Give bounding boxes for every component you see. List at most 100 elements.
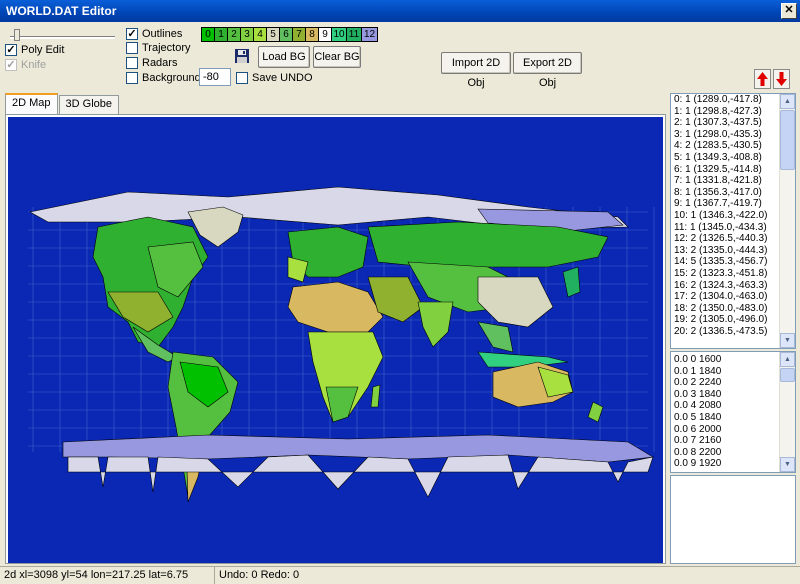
object-list-item[interactable]: 5: 1 (1349.3,-408.8) <box>671 152 795 164</box>
object-list-item[interactable]: 0: 1 (1289.0,-417.8) <box>671 94 795 106</box>
trajectory-label: Trajectory <box>142 42 191 54</box>
object-list-item[interactable]: 3: 1 (1298.0,-435.3) <box>671 129 795 141</box>
object-list-item[interactable]: 8: 1 (1356.3,-417.0) <box>671 187 795 199</box>
palette-color-11[interactable]: 11 <box>347 28 362 41</box>
value-list[interactable]: 0.0 0 1600 0.0 1 1840 0.0 2 2240 0.0 3 1840… <box>670 351 796 473</box>
object-list-item[interactable]: 4: 2 (1283.5,-430.5) <box>671 140 795 152</box>
import-2d-obj-button[interactable]: Import 2D Obj <box>441 52 511 89</box>
world-map-svg[interactable] <box>8 117 663 563</box>
knife-check[interactable]: ✓ <box>5 59 17 71</box>
palette-color-2[interactable]: 2 <box>228 28 241 41</box>
object-list-item[interactable]: 10: 1 (1346.3,-422.0) <box>671 210 795 222</box>
object-list-item[interactable]: 11: 1 (1345.0,-434.3) <box>671 222 795 234</box>
object-list-item[interactable]: 20: 2 (1336.5,-473.5) <box>671 326 795 338</box>
trajectory-check[interactable] <box>126 42 138 54</box>
palette-color-5[interactable]: 5 <box>267 28 280 41</box>
close-button[interactable]: ✕ <box>781 3 797 19</box>
object-list-item[interactable]: 19: 2 (1305.0,-496.0) <box>671 314 795 326</box>
palette-color-9[interactable]: 9 <box>319 28 332 41</box>
value-list-item[interactable]: 0.0 0 1600 <box>671 354 795 366</box>
value-list-item[interactable]: 0.0 8 2200 <box>671 447 795 459</box>
value-list-item[interactable]: 0.0 5 1840 <box>671 412 795 424</box>
palette-color-12[interactable]: 12 <box>362 28 377 41</box>
zoom-slider[interactable] <box>10 28 115 42</box>
background-label: Background <box>142 72 201 84</box>
detail-box[interactable] <box>670 475 796 564</box>
slider-thumb[interactable] <box>14 29 20 41</box>
object-list-item[interactable]: 17: 2 (1304.0,-463.0) <box>671 291 795 303</box>
value-list-item[interactable]: 0.0 7 2160 <box>671 435 795 447</box>
scroll-up-icon[interactable]: ▲ <box>780 94 795 109</box>
object-list-item[interactable]: 1: 1 (1298.8,-427.3) <box>671 106 795 118</box>
slider-track <box>10 36 115 39</box>
object-list-scrollbar[interactable]: ▲ ▼ <box>779 94 795 348</box>
arrow-up-icon <box>757 72 768 86</box>
southeast-asia <box>477 321 514 353</box>
move-down-button[interactable] <box>773 69 790 89</box>
object-list-item[interactable]: 15: 2 (1323.3,-451.8) <box>671 268 795 280</box>
palette-color-8[interactable]: 8 <box>306 28 319 41</box>
poly-edit-check[interactable]: ✓ <box>5 44 17 56</box>
save-undo-label: Save UNDO <box>252 72 313 84</box>
palette-color-7[interactable]: 7 <box>293 28 306 41</box>
map-panel <box>5 114 666 564</box>
palette-color-6[interactable]: 6 <box>280 28 293 41</box>
value-list-item[interactable]: 0.0 3 1840 <box>671 389 795 401</box>
status-undo: Undo: 0 Redo: 0 <box>219 569 300 581</box>
object-list-item[interactable]: 14: 5 (1335.3,-456.7) <box>671 256 795 268</box>
value-list-item[interactable]: 0.0 1 1840 <box>671 366 795 378</box>
status-bar: 2d xl=3098 yl=54 lon=217.25 lat=6.75 Und… <box>0 566 800 584</box>
outlines-check[interactable]: ✓ <box>126 28 138 40</box>
outlines-checkbox[interactable]: ✓ Outlines <box>126 27 182 41</box>
scroll-down-icon[interactable]: ▼ <box>780 457 795 472</box>
scroll-thumb[interactable] <box>780 110 795 170</box>
radars-checkbox[interactable]: Radars <box>126 56 177 70</box>
value-list-item[interactable]: 0.0 6 2000 <box>671 424 795 436</box>
tab-2d-map[interactable]: 2D Map <box>5 93 58 114</box>
outlines-label: Outlines <box>142 28 183 40</box>
load-bg-button[interactable]: Load BG <box>258 46 310 68</box>
scroll-up-icon[interactable]: ▲ <box>780 352 795 367</box>
object-list-item[interactable]: 18: 2 (1350.0,-483.0) <box>671 303 795 315</box>
object-list-item[interactable]: 9: 1 (1367.7,-419.7) <box>671 198 795 210</box>
china-region <box>477 276 554 328</box>
palette-color-4[interactable]: 4 <box>254 28 267 41</box>
title-bar: WORLD.DAT Editor ✕ <box>0 0 800 22</box>
palette-color-0[interactable]: 0 <box>202 28 215 41</box>
background-check[interactable] <box>126 72 138 84</box>
value-list-item[interactable]: 0.0 9 1920 <box>671 458 795 470</box>
object-list-item[interactable]: 7: 1 (1331.8,-421.8) <box>671 175 795 187</box>
export-2d-obj-button[interactable]: Export 2D Obj <box>513 52 582 89</box>
move-up-button[interactable] <box>754 69 771 89</box>
object-list-item[interactable]: 2: 1 (1307.3,-437.5) <box>671 117 795 129</box>
scroll-thumb[interactable] <box>780 368 795 382</box>
object-list-item[interactable]: 12: 2 (1326.5,-440.3) <box>671 233 795 245</box>
antarctica-region <box>62 434 654 463</box>
object-list-item[interactable]: 16: 2 (1324.3,-463.3) <box>671 280 795 292</box>
japan-region <box>562 266 581 298</box>
clear-bg-button[interactable]: Clear BG <box>313 46 361 68</box>
india-region <box>417 301 454 348</box>
save-undo-check[interactable] <box>236 72 248 84</box>
background-value-input[interactable]: -80 <box>199 68 231 86</box>
radars-check[interactable] <box>126 57 138 69</box>
value-list-item[interactable]: 0.0 4 2080 <box>671 400 795 412</box>
background-checkbox[interactable]: Background <box>126 71 201 85</box>
value-list-item[interactable]: 0.0 2 2240 <box>671 377 795 389</box>
knife-label: Knife <box>21 59 47 71</box>
scroll-down-icon[interactable]: ▼ <box>780 333 795 348</box>
knife-checkbox[interactable]: ✓ Knife <box>5 58 46 72</box>
trajectory-checkbox[interactable]: Trajectory <box>126 41 191 55</box>
value-list-scrollbar[interactable]: ▲ ▼ <box>779 352 795 472</box>
floppy-disk-icon[interactable] <box>234 48 250 64</box>
object-list-item[interactable]: 6: 1 (1329.5,-414.8) <box>671 164 795 176</box>
palette-color-3[interactable]: 3 <box>241 28 254 41</box>
palette-color-1[interactable]: 1 <box>215 28 228 41</box>
tab-3d-globe[interactable]: 3D Globe <box>58 95 120 114</box>
save-undo-checkbox[interactable]: Save UNDO <box>236 71 313 85</box>
palette-color-10[interactable]: 10 <box>332 28 347 41</box>
object-list-item[interactable]: 13: 2 (1335.0,-444.3) <box>671 245 795 257</box>
poly-edit-checkbox[interactable]: ✓ Poly Edit <box>5 43 64 57</box>
world-map-canvas[interactable] <box>8 117 663 563</box>
object-list[interactable]: 0: 1 (1289.0,-417.8) 1: 1 (1298.8,-427.3)… <box>670 93 796 349</box>
